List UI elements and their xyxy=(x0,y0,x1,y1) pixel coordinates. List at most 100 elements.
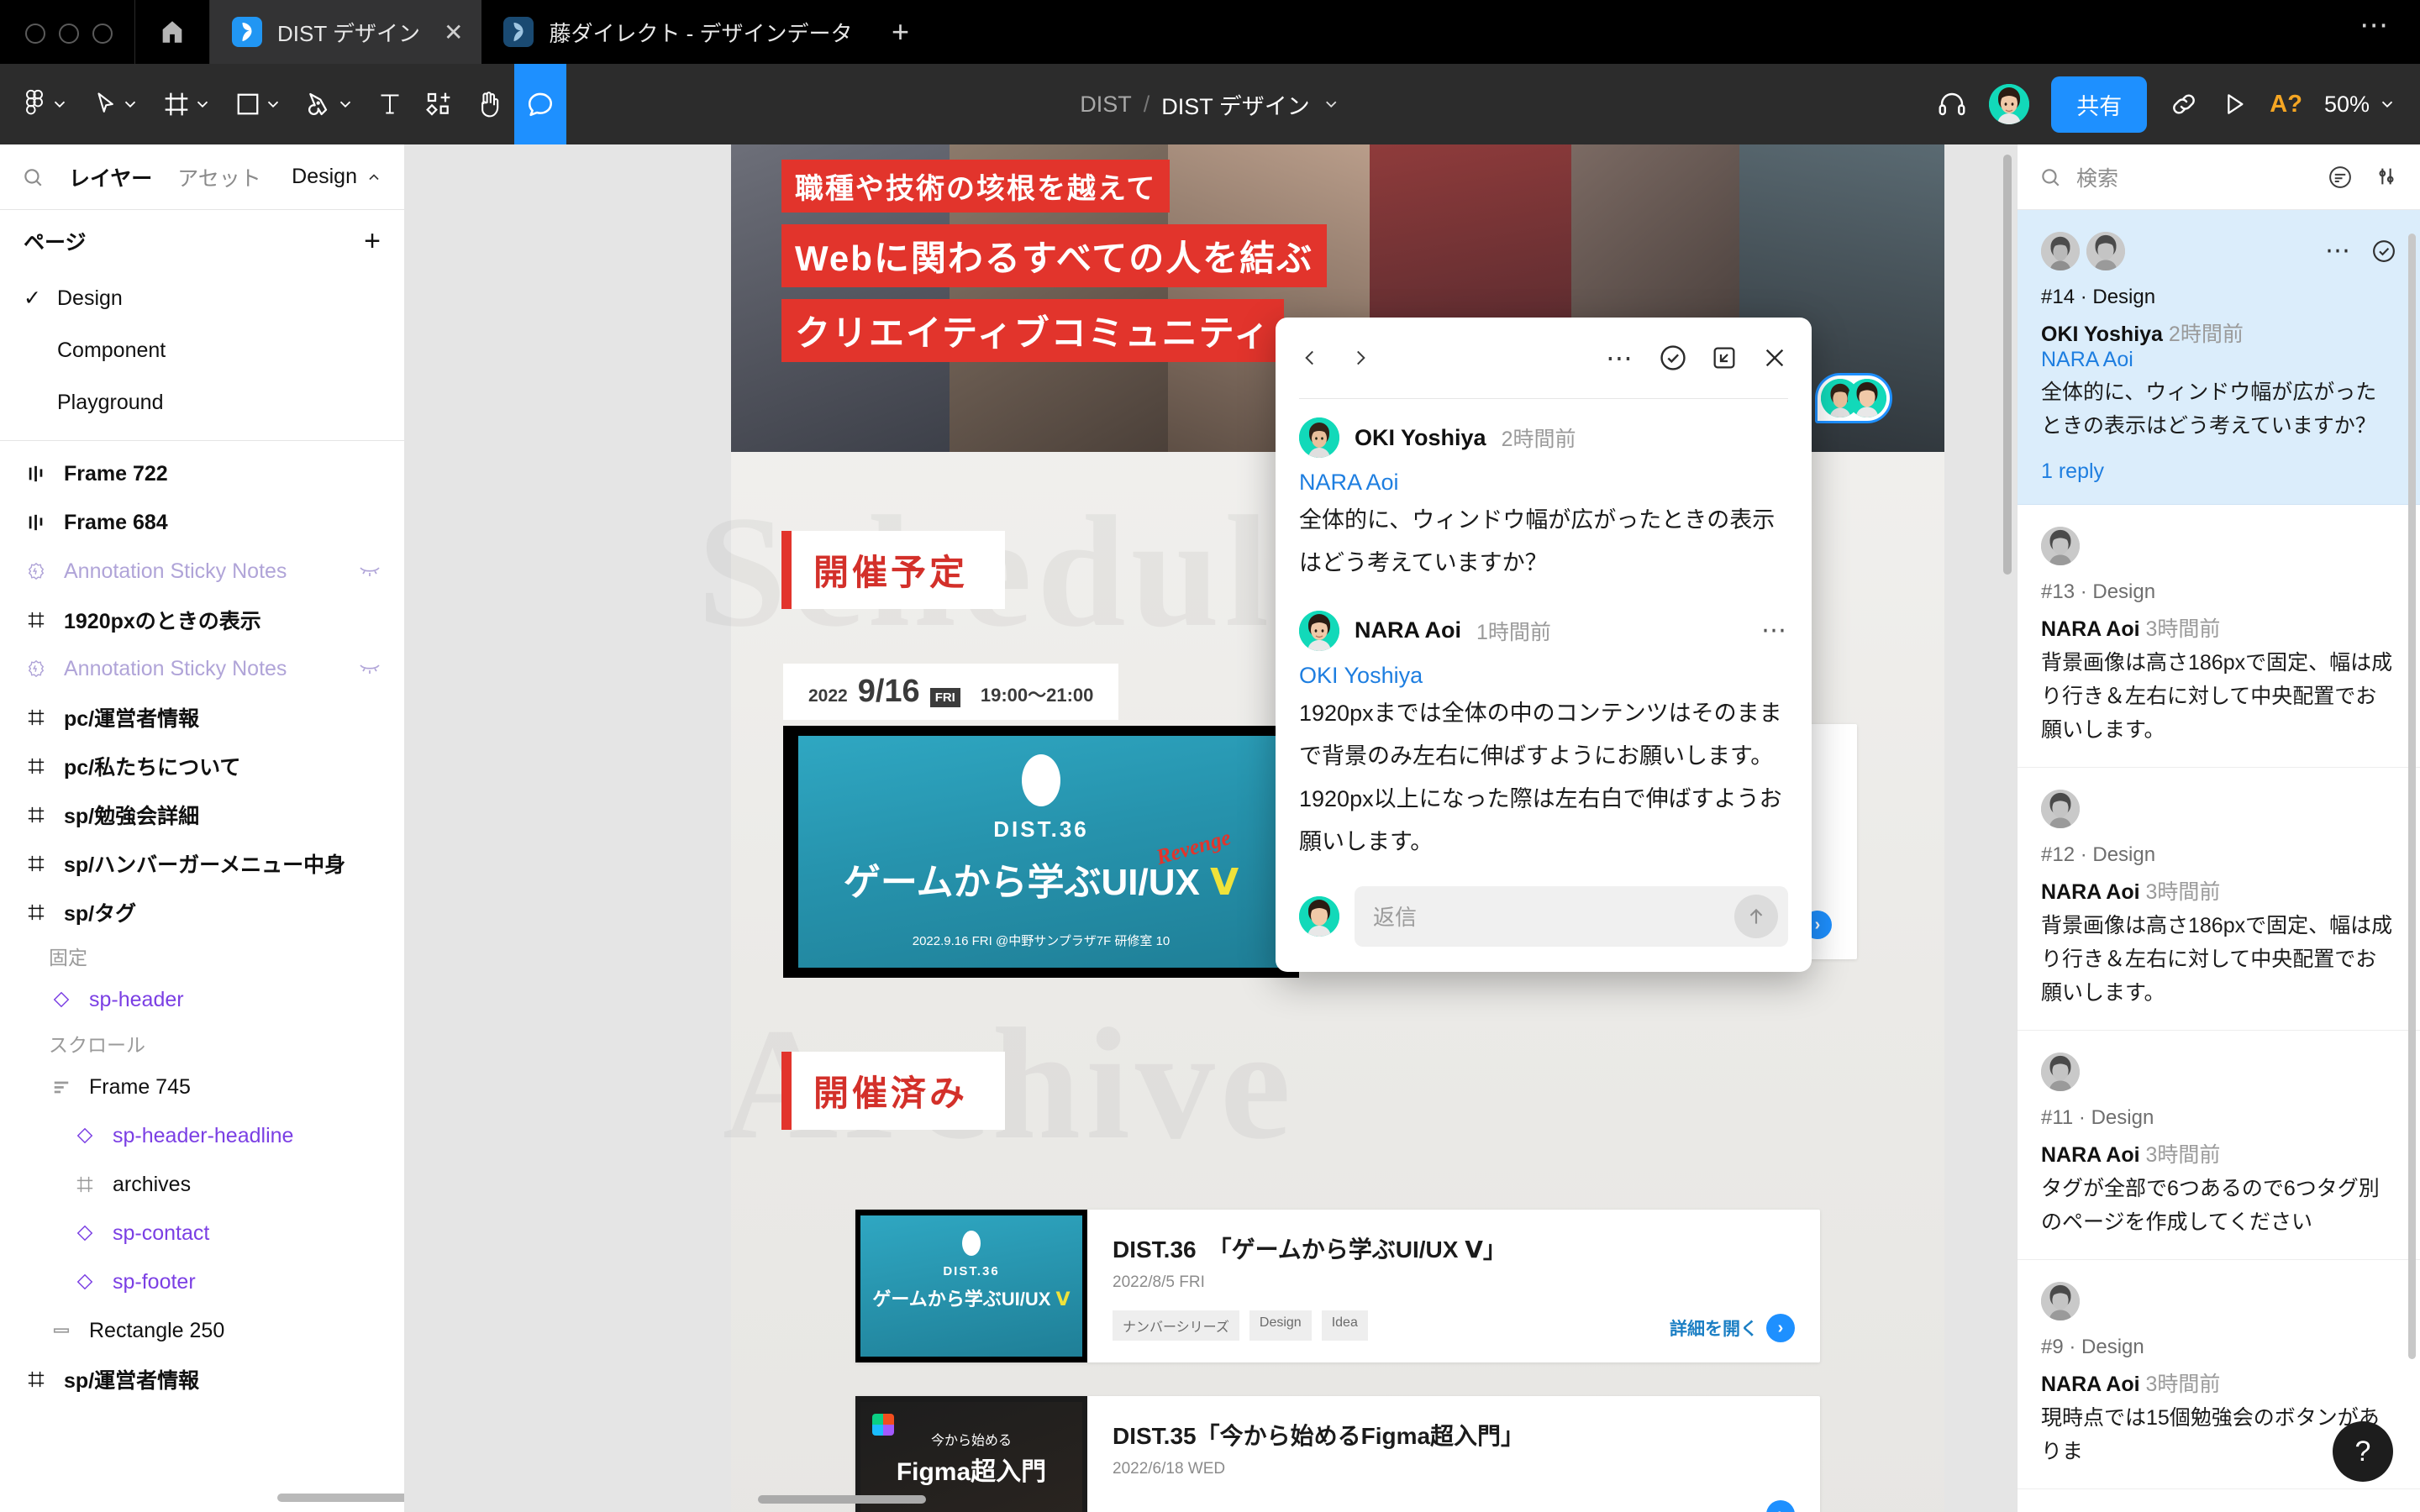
layer-item[interactable]: pc/私たちについて xyxy=(0,742,404,790)
more-horizontal-icon[interactable]: ⋯ xyxy=(1761,617,1788,643)
pin-avatar xyxy=(1848,379,1886,417)
accessibility-warning-label[interactable]: A? xyxy=(2270,91,2302,118)
canvas-horizontal-scrollbar[interactable] xyxy=(758,1495,926,1504)
close-icon[interactable] xyxy=(1761,344,1788,371)
new-tab-button[interactable]: + xyxy=(871,0,930,64)
tab-assets[interactable]: アセット xyxy=(177,162,261,192)
add-page-button[interactable]: + xyxy=(364,225,381,258)
layer-item[interactable]: sp-contact xyxy=(0,1209,404,1257)
archive-card-more-link[interactable]: 詳細を開く › xyxy=(1670,1314,1795,1342)
layer-item[interactable]: 1920pxのときの表示 xyxy=(0,596,404,644)
layer-item[interactable]: sp-footer xyxy=(0,1257,404,1306)
layer-item[interactable]: sp/タグ xyxy=(0,888,404,937)
search-icon[interactable] xyxy=(22,166,44,188)
send-reply-button[interactable] xyxy=(1734,894,1778,938)
chevron-right-icon[interactable] xyxy=(1349,345,1371,370)
layer-item[interactable]: archives xyxy=(0,1160,404,1209)
layer-item[interactable]: sp/勉強会詳細 xyxy=(0,790,404,839)
hidden-eye-icon[interactable] xyxy=(359,563,381,580)
comment-mention[interactable]: OKI Yoshiya xyxy=(1299,663,1788,689)
filter-icon[interactable] xyxy=(2375,165,2398,190)
layer-item[interactable]: Frame 745 xyxy=(0,1063,404,1111)
page-item-playground[interactable]: Playground xyxy=(0,376,404,428)
comment-thread-item[interactable]: ⋯ #14 · Design OKI Yoshiya 2時間前 NARA Aoi… xyxy=(2018,210,2420,505)
browser-tab-0[interactable]: DIST デザイン ✕ xyxy=(210,0,482,64)
collapse-icon[interactable] xyxy=(1711,344,1738,371)
layer-item[interactable]: Annotation Sticky Notes xyxy=(0,644,404,693)
window-traffic-lights[interactable] xyxy=(0,24,134,64)
layers-horizontal-scrollbar[interactable] xyxy=(277,1494,404,1502)
chevron-down-icon[interactable] xyxy=(264,95,282,113)
more-horizontal-icon[interactable]: ⋯ xyxy=(1606,344,1635,371)
comment-tool-button[interactable] xyxy=(514,64,566,144)
archive-card-more-link[interactable]: › xyxy=(1766,1500,1795,1512)
chevron-down-icon[interactable] xyxy=(336,95,355,113)
window-maximize-button[interactable] xyxy=(92,24,113,44)
layer-item[interactable]: Annotation Sticky Notes xyxy=(0,547,404,596)
main-menu-button[interactable] xyxy=(0,64,81,144)
archive-card[interactable]: 今から始める Figma超入門 DIST.35「今から始めるFigma超入門」 … xyxy=(855,1396,1820,1512)
layer-item[interactable]: pc/運営者情報 xyxy=(0,693,404,742)
headset-icon[interactable] xyxy=(1937,89,1967,119)
share-button[interactable]: 共有 xyxy=(2051,76,2148,133)
layer-item[interactable]: sp/ハンバーガーメニュー中身 xyxy=(0,839,404,888)
archive-card[interactable]: DIST.36 ゲームから学ぶUI/UX Ⅴ DIST.36 「ゲームから学ぶU… xyxy=(855,1210,1820,1362)
breadcrumb-project[interactable]: DIST xyxy=(1080,92,1132,118)
avatar[interactable] xyxy=(1989,84,2030,124)
layer-item[interactable]: Frame 722 xyxy=(0,449,404,498)
layer-item[interactable]: Frame 684 xyxy=(0,498,404,547)
comment-mention[interactable]: NARA Aoi xyxy=(1299,470,1788,496)
sort-icon[interactable] xyxy=(2328,165,2353,190)
thread-mention[interactable]: NARA Aoi xyxy=(2041,348,2396,372)
pen-tool-button[interactable] xyxy=(294,64,366,144)
breadcrumb-file[interactable]: DIST デザイン xyxy=(1161,88,1310,121)
tag[interactable]: ナンバーシリーズ xyxy=(1113,1310,1239,1341)
more-horizontal-icon[interactable]: ⋯ xyxy=(2325,239,2353,264)
chevron-down-icon[interactable] xyxy=(50,95,69,113)
chevron-down-icon[interactable] xyxy=(2378,95,2396,113)
comment-thread-item[interactable]: #12 · Design NARA Aoi 3時間前 背景画像は高さ186pxで… xyxy=(2018,768,2420,1031)
comment-thread-item[interactable]: #11 · Design NARA Aoi 3時間前 タグが全部で6つあるので6… xyxy=(2018,1031,2420,1260)
window-close-button[interactable] xyxy=(25,24,45,44)
play-icon[interactable] xyxy=(2221,91,2248,118)
chevron-down-icon[interactable] xyxy=(193,95,212,113)
chevron-down-icon[interactable] xyxy=(121,95,139,113)
tag[interactable]: Idea xyxy=(1321,1310,1368,1341)
page-item-design[interactable]: ✓ Design xyxy=(0,272,404,324)
check-circle-icon[interactable] xyxy=(1659,344,1687,372)
zoom-control[interactable]: 50% xyxy=(2324,92,2396,118)
window-minimize-button[interactable] xyxy=(59,24,79,44)
layer-item[interactable]: sp-header xyxy=(0,975,404,1024)
chevron-down-icon[interactable] xyxy=(1322,95,1340,113)
comment-thread-item[interactable]: #13 · Design NARA Aoi 3時間前 背景画像は高さ186pxで… xyxy=(2018,505,2420,768)
hand-tool-button[interactable] xyxy=(464,64,514,144)
check-circle-icon[interactable] xyxy=(2371,239,2396,264)
comments-search-input[interactable]: 検索 xyxy=(2076,162,2118,192)
help-button[interactable]: ? xyxy=(2333,1421,2393,1482)
components-tool-button[interactable] xyxy=(413,64,464,144)
browser-tab-1[interactable]: 藤ダイレクト - デザインデータ xyxy=(481,0,871,64)
comment-pin[interactable] xyxy=(1815,373,1892,423)
frame-tool-button[interactable] xyxy=(151,64,224,144)
browser-menu-icon[interactable]: ⋯ xyxy=(2360,8,2420,64)
canvas-vertical-scrollbar[interactable] xyxy=(2003,155,2012,575)
text-tool-button[interactable] xyxy=(366,64,413,144)
reply-input[interactable]: 返信 xyxy=(1355,885,1788,947)
design-page-selector[interactable]: Design xyxy=(292,165,382,189)
thread-replies-link[interactable]: 1 reply xyxy=(2041,459,2396,484)
layer-item[interactable]: sp-header-headline xyxy=(0,1111,404,1160)
tab-layers[interactable]: レイヤー xyxy=(69,162,152,192)
layer-item[interactable]: sp/運営者情報 xyxy=(0,1355,404,1404)
layer-item[interactable]: Rectangle 250 xyxy=(0,1306,404,1355)
chevron-left-icon[interactable] xyxy=(1299,345,1321,370)
tag[interactable]: Design xyxy=(1249,1310,1312,1341)
comments-vertical-scrollbar[interactable] xyxy=(2408,234,2416,1359)
page-item-component[interactable]: Component xyxy=(0,324,404,376)
move-tool-button[interactable] xyxy=(81,64,151,144)
shape-tool-button[interactable] xyxy=(224,64,294,144)
home-icon[interactable] xyxy=(135,0,209,64)
close-icon[interactable]: ✕ xyxy=(444,18,463,46)
link-icon[interactable] xyxy=(2169,89,2199,119)
comments-search-bar[interactable]: 検索 xyxy=(2018,144,2420,210)
hidden-eye-icon[interactable] xyxy=(359,660,381,677)
